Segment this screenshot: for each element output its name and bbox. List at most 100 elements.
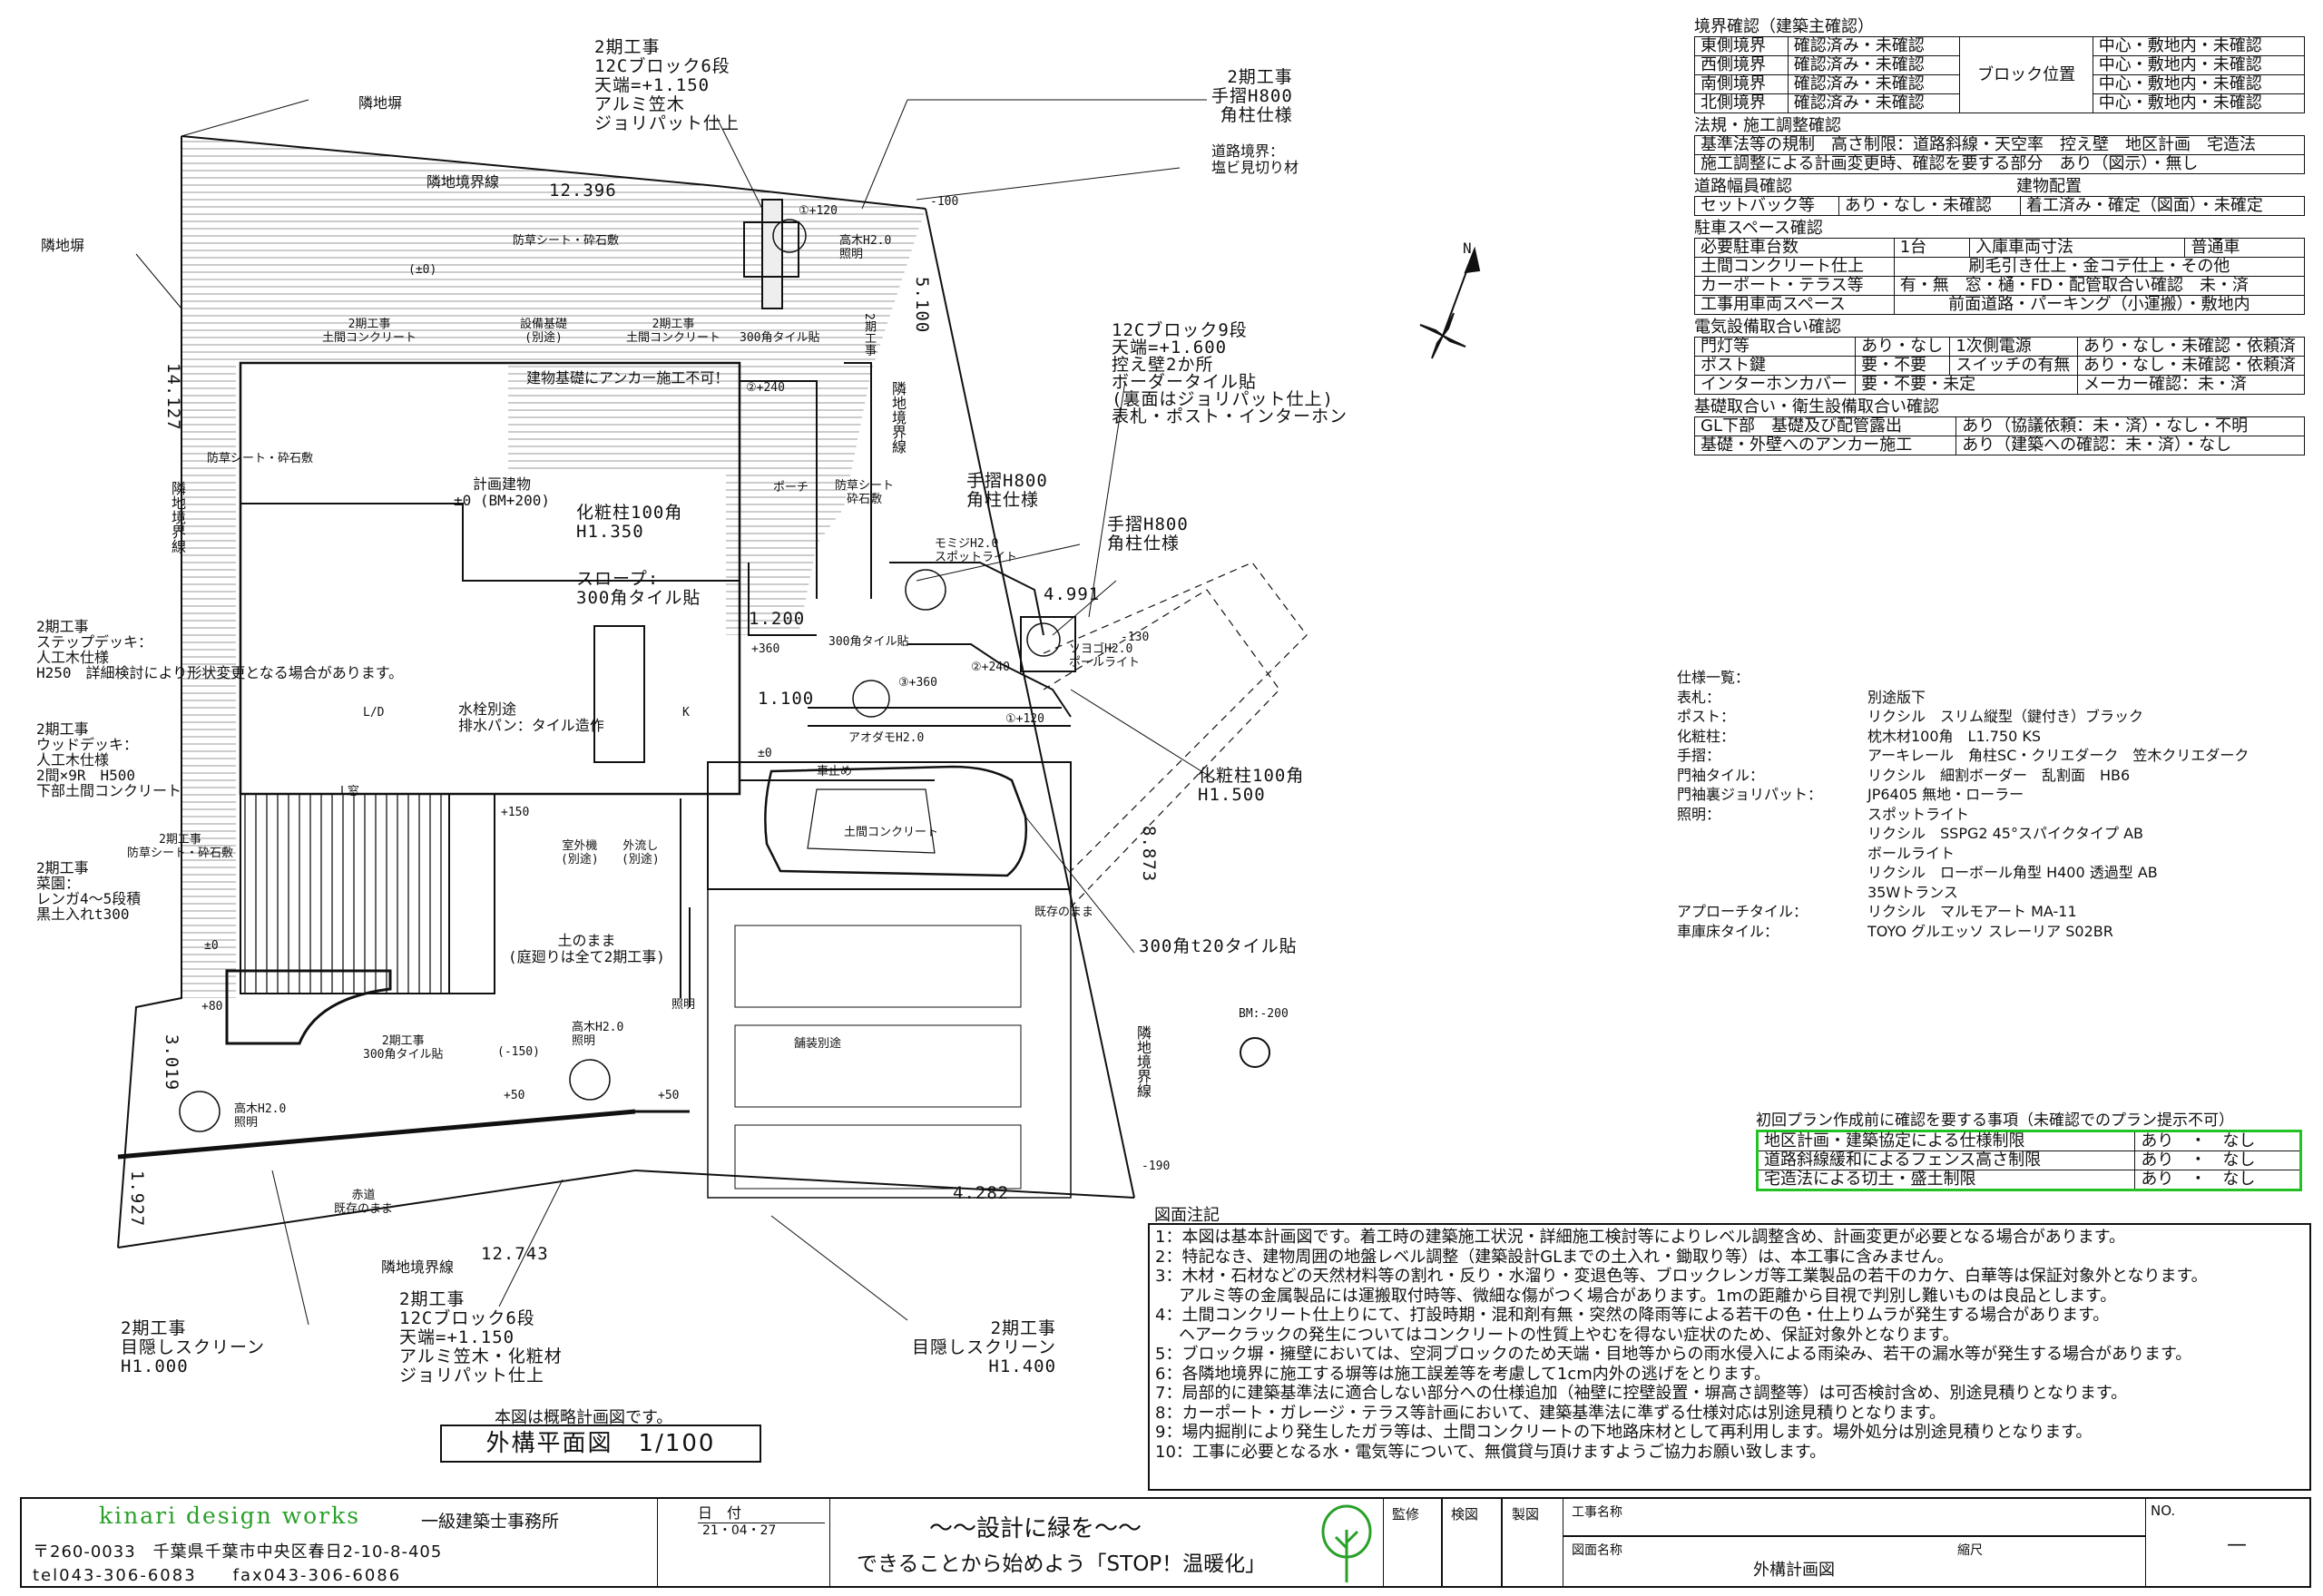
label-road-boundary: 道路境界： 塩ビ見切り材 (1211, 142, 1299, 176)
boundary-section-title: 境界確認（建築主確認） (1694, 17, 1874, 36)
parking-cell: 土間コンクリート仕上 (1694, 257, 1895, 277)
note-line: 3：木材・石材などの天然材料等の割れ・反り・水溜り・変退色等、ブロックレンガ等工… (1155, 1267, 2208, 1286)
label-maple: モミジH2.0 スポットライト (935, 537, 1018, 564)
boundary-loc: 中心・敷地内・未確認 (2092, 55, 2306, 75)
prelim-item: 宅造法による切土・盛土制限 (1756, 1170, 2136, 1190)
table-row: セットバック等 あり・なし・未確認 着工済み・確定（図面）・未確定 (1694, 196, 2306, 216)
table-row: 東側境界 確認済み・未確認 ブロック位置 中心・敷地内・未確認 (1694, 36, 2306, 113)
label-soil: 土のまま (庭廻りは全て2期工事) (508, 932, 665, 965)
tree-icon (1321, 1504, 1372, 1582)
label-tile300-a: 300角タイル貼 (740, 331, 820, 345)
dim-4991: 4.991 (1044, 584, 1101, 604)
dim-4282: 4.282 (953, 1183, 1010, 1203)
label-plus50-a: +50 (504, 1089, 525, 1102)
label-block-bottom: 2期工事 12Cブロック6段 天端=+1.150 アルミ笠木・化粧材 ジョリパッ… (399, 1289, 563, 1385)
spec-value: リクシル 細割ボーダー 乱割面 HB6 (1867, 766, 2131, 784)
law-row: 施工調整による計画変更時、確認を要する部分 あり（図示）・無し (1694, 154, 2305, 174)
label-paving: 舗装別途 (794, 1037, 842, 1051)
label-kitchen: K (682, 706, 690, 720)
spec-key: 化粧柱： (1677, 727, 1736, 745)
dim-8873: 8.873 (1139, 826, 1159, 883)
dim-3019: 3.019 (162, 1034, 181, 1092)
check-draft: 製図 (1512, 1506, 1540, 1523)
drawing-label: 図面名称 (1572, 1543, 1622, 1558)
label-plus80: +80 (201, 1000, 223, 1013)
title-block: kinari design works 一級建築士事務所 〒260-0033 千… (20, 1497, 2311, 1588)
label-boundary-top: 隣地境界線 (426, 173, 500, 191)
parking-cell: 工事用車両スペース (1694, 295, 1895, 315)
prelim-title: 初回プラン作成前に確認を要する事項（未確認でのプラン提示不可） (1756, 1111, 2234, 1130)
boundary-table: 東側境界 確認済み・未確認 ブロック位置 中心・敷地内・未確認 西側境界 確認済… (1694, 36, 2306, 113)
elec-cell: ポスト鍵 (1693, 356, 1857, 376)
label-tile300-b: 300角タイル貼 (828, 635, 909, 649)
elec-cell: あり・なし (1855, 337, 1951, 357)
spec-row: 照明： スポットライト (1677, 805, 2249, 825)
spec-row: 化粧柱： 枕木材100角 L1.750 KS (1677, 727, 2249, 747)
label-tile300t20: 300角t20タイル貼 (1139, 936, 1298, 956)
spec-row: リクシル SSPG2 45°スパイクタイプ AB (1677, 824, 2249, 844)
setback-label: セットバック等 (1694, 196, 1839, 216)
spec-value: アーキレール 角柱SC・クリエダーク 笠木クリエダーク (1867, 747, 2249, 764)
spec-row: 表札： 別途版下 (1677, 688, 2249, 708)
elec-cell: 要・不要 (1855, 356, 1951, 376)
spec-row: 車庫床タイル： TOYO グルエッソ スレーリア S02BR (1677, 922, 2249, 942)
label-phase2-weed: 2期工事 防草シート・砕石敷 (127, 833, 234, 860)
slogan-1: ～～設計に緑を～～ (929, 1515, 1142, 1542)
label-post-100: 化粧柱100角 H1.350 (576, 503, 683, 542)
boundary-side: 南側境界 (1694, 74, 1789, 94)
label-block9: 12Cブロック9段 天端=+1.600 控え壁2か所 ボーダータイル貼 (裏面は… (1112, 320, 1348, 426)
dim-1200: 1.200 (749, 609, 806, 629)
boundary-status: 確認済み・未確認 (1787, 74, 1961, 94)
label-plus240-a: ②+240 (746, 381, 785, 395)
label-weed-mid: 防草シート 砕石敷 (835, 479, 895, 506)
spec-value: リクシル スリム縦型（鍵付き）ブラック (1867, 708, 2144, 725)
label-boundary-mid: 隣地境界線 (889, 381, 907, 454)
label-plus120-b: ①+120 (1005, 712, 1044, 726)
table-row: 基礎・外壁へのアンカー施工 あり（建築への確認：未・済）・なし (1693, 436, 2305, 455)
parking-cell: 有・無 窓・樋・FD・配管取合い確認 未・済 (1893, 276, 2306, 296)
table-row: 基準法等の規制 高さ制限：道路斜線・天空率 控え壁 地区計画 宅造法 (1694, 135, 2305, 155)
prelim-check: 初回プラン作成前に確認を要する事項（未確認でのプラン提示不可） 地区計画・建築協… (1756, 1111, 2305, 1191)
label-phase2-concrete-a: 2期工事 土間コンクリート (322, 318, 417, 345)
no-label: NO. (2151, 1503, 2176, 1519)
spec-key: 照明： (1677, 805, 1721, 823)
spec-key: 門袖裏ジョリパット： (1677, 786, 1823, 803)
company-address: 〒260-0033 千葉県千葉市中央区春日2-10-8-405 (33, 1542, 443, 1562)
setback-value: あり・なし・未確認 (1838, 196, 2021, 216)
label-existing: 既存のまま (1034, 906, 1094, 919)
found-cell: GL下部 基礎及び配管露出 (1693, 416, 1957, 436)
spec-row: リクシル ローボール角型 H400 透過型 AB (1677, 863, 2249, 883)
label-screen-left: 2期工事 目隠しスクリーン H1.000 (121, 1318, 266, 1376)
table-row: ポスト鍵 要・不要 スイッチの有無 あり・なし・未確認・依頼済 (1693, 356, 2305, 376)
label-plus150: +150 (501, 806, 530, 819)
parking-cell: 前面道路・パーキング（小運搬）・敷地内 (1893, 295, 2306, 315)
boundary-side: 北側境界 (1694, 93, 1789, 113)
office-type: 一級建築士事務所 (421, 1512, 560, 1532)
boundary-status: 確認済み・未確認 (1787, 55, 1961, 75)
spec-list: 仕様一覧： 表札： 別途版下 ポスト： リクシル スリム縦型（鍵付き）ブラック 化粧柱：… (1677, 668, 2249, 941)
label-boundary-right: 隣地境界線 (1134, 1025, 1152, 1098)
prelim-item: 道路斜線緩和によるフェンス高さ制限 (1756, 1150, 2136, 1170)
label-phase2-small: 2期工事 (862, 313, 876, 356)
label-boundary-bottom: 隣地境界線 (381, 1258, 455, 1276)
label-plus120-a: ①+120 (799, 204, 838, 218)
found-cell: あり（建築への確認：未・済）・なし (1955, 436, 2305, 455)
label-screen-right: 2期工事 目隠しスクリーン H1.400 (912, 1318, 1057, 1376)
boundary-status: 確認済み・未確認 (1787, 36, 1961, 56)
spec-value: 35Wトランス (1867, 883, 1958, 901)
prelim-item: 地区計画・建築協定による仕様制限 (1756, 1131, 2136, 1151)
elec-cell: 門灯等 (1693, 337, 1857, 357)
parking-cell: カーポート・テラス等 (1694, 276, 1895, 296)
label-tall-tree-a: 高木H2.0 照明 (572, 1021, 624, 1048)
elec-cell: メーカー確認：未・済 (2077, 375, 2305, 395)
project-label: 工事名称 (1572, 1505, 1622, 1520)
spec-value: スポットライト (1867, 805, 1970, 823)
label-handrail-a: 手摺H800 角柱仕様 (966, 471, 1048, 510)
drawing-name: 外構計画図 (1753, 1561, 1835, 1580)
label-equipment-base: 設備基礎 (別途) (520, 318, 568, 345)
spec-row: 手摺： アーキレール 角柱SC・クリエダーク 笠木クリエダーク (1677, 746, 2249, 766)
label-phase2-tile: 2期工事 300角タイル貼 (363, 1034, 444, 1062)
label-neighbor-wall-left: 隣地塀 (41, 237, 85, 254)
boundary-loc: 中心・敷地内・未確認 (2092, 36, 2306, 56)
boundary-loc: 中心・敷地内・未確認 (2092, 93, 2306, 113)
